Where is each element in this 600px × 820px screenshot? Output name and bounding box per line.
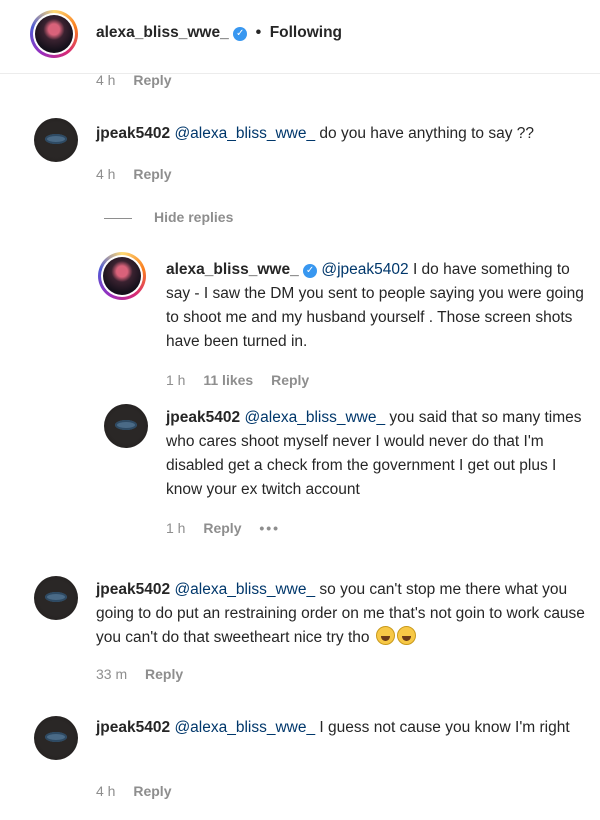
- reply-button[interactable]: Reply: [203, 520, 241, 536]
- timestamp: 4 h: [96, 166, 116, 182]
- avatar[interactable]: [34, 576, 78, 620]
- mention-link[interactable]: @jpeak5402: [321, 261, 408, 278]
- comment-meta: 4 h Reply: [96, 166, 185, 182]
- hide-replies-button[interactable]: Hide replies: [154, 209, 233, 225]
- avatar[interactable]: [34, 118, 78, 162]
- mention-link[interactable]: @alexa_bliss_wwe_: [244, 409, 385, 426]
- profile-photo: [35, 15, 73, 53]
- reply-button[interactable]: Reply: [145, 666, 183, 682]
- comment-author[interactable]: alexa_bliss_wwe_: [166, 261, 299, 278]
- timestamp: 33 m: [96, 666, 128, 682]
- reply-button[interactable]: Reply: [271, 372, 309, 388]
- comment-body: I guess not cause you know I'm right: [319, 719, 570, 736]
- more-options-icon[interactable]: •••: [259, 520, 280, 536]
- reply-button[interactable]: Reply: [133, 166, 171, 182]
- verified-badge-icon: ✓: [303, 264, 318, 278]
- avatar[interactable]: [98, 252, 146, 300]
- following-button[interactable]: Following: [270, 24, 342, 41]
- comment-meta: 1 h Reply •••: [166, 520, 294, 536]
- comment-meta: 33 m Reply: [96, 666, 197, 682]
- reply-button[interactable]: Reply: [133, 72, 171, 88]
- comment-body: do you have anything to say ??: [319, 125, 534, 142]
- comment-author[interactable]: jpeak5402: [166, 409, 240, 426]
- comment-author[interactable]: jpeak5402: [96, 719, 170, 736]
- header-meta: 4 h Reply: [96, 72, 185, 88]
- avatar[interactable]: [34, 716, 78, 760]
- timestamp: 4 h: [96, 72, 116, 88]
- comment-author[interactable]: jpeak5402: [96, 125, 170, 142]
- comment-author[interactable]: jpeak5402: [96, 581, 170, 598]
- mention-link[interactable]: @alexa_bliss_wwe_: [174, 719, 315, 736]
- laughing-crying-emoji-icon: [375, 626, 395, 645]
- mention-link[interactable]: @alexa_bliss_wwe_: [174, 125, 315, 142]
- comment-text: jpeak5402 @alexa_bliss_wwe_ do you have …: [96, 122, 586, 146]
- username-link[interactable]: alexa_bliss_wwe_: [96, 24, 229, 41]
- timestamp: 1 h: [166, 520, 186, 536]
- avatar[interactable]: [104, 404, 148, 448]
- separator-dot: •: [255, 24, 262, 41]
- comment-text: alexa_bliss_wwe_ ✓ @jpeak5402 I do have …: [166, 258, 594, 354]
- verified-badge-icon: ✓: [233, 27, 248, 41]
- likes-count[interactable]: 11 likes: [203, 372, 253, 388]
- comment-meta: 1 h 11 likes Reply: [166, 372, 323, 388]
- laughing-crying-emoji-icon: [396, 626, 416, 645]
- header-user-row: alexa_bliss_wwe_ ✓ • Following: [96, 24, 342, 42]
- avatar[interactable]: [30, 10, 78, 58]
- timestamp: 1 h: [166, 372, 186, 388]
- comment-text: jpeak5402 @alexa_bliss_wwe_ so you can't…: [96, 578, 596, 650]
- mention-link[interactable]: @alexa_bliss_wwe_: [174, 581, 315, 598]
- reply-button[interactable]: Reply: [133, 783, 171, 799]
- comment-text: jpeak5402 @alexa_bliss_wwe_ I guess not …: [96, 716, 596, 740]
- post-header: alexa_bliss_wwe_ ✓ • Following 4 h Reply: [0, 0, 600, 88]
- hide-replies-divider: [104, 218, 132, 219]
- comment-body: so you can't stop me there what you goin…: [96, 581, 585, 646]
- comment-text: jpeak5402 @alexa_bliss_wwe_ you said tha…: [166, 406, 594, 502]
- timestamp: 4 h: [96, 783, 116, 799]
- comment-meta: 4 h Reply: [96, 783, 185, 799]
